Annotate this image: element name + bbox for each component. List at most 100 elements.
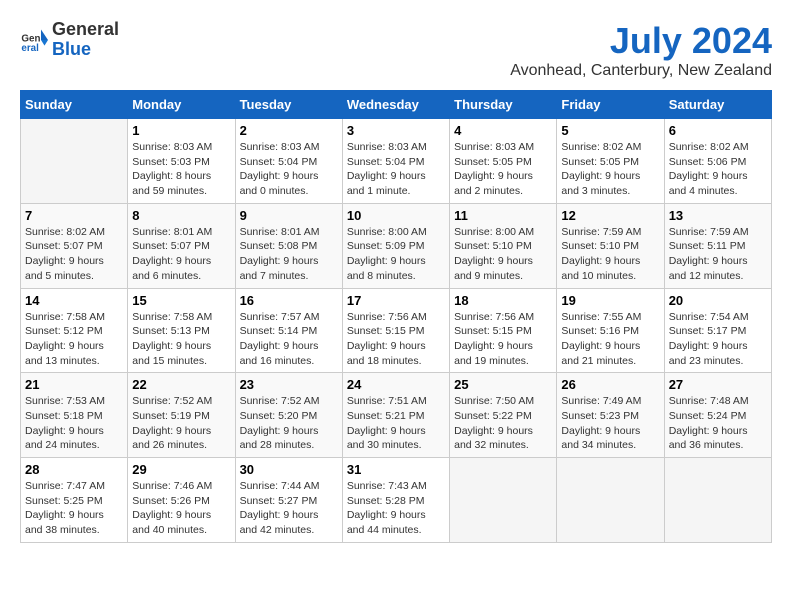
header-day-saturday: Saturday: [664, 91, 771, 119]
day-number: 9: [240, 208, 338, 223]
calendar-cell: [557, 458, 664, 543]
day-info: Sunrise: 8:03 AMSunset: 5:03 PMDaylight:…: [132, 140, 230, 199]
day-number: 30: [240, 462, 338, 477]
calendar-cell: 8 Sunrise: 8:01 AMSunset: 5:07 PMDaylight…: [128, 203, 235, 288]
day-info: Sunrise: 8:03 AMSunset: 5:04 PMDaylight:…: [347, 140, 445, 199]
calendar-cell: [664, 458, 771, 543]
day-info: Sunrise: 7:47 AMSunset: 5:25 PMDaylight:…: [25, 479, 123, 538]
day-info: Sunrise: 8:03 AMSunset: 5:05 PMDaylight:…: [454, 140, 552, 199]
day-info: Sunrise: 7:58 AMSunset: 5:12 PMDaylight:…: [25, 310, 123, 369]
day-info: Sunrise: 8:01 AMSunset: 5:08 PMDaylight:…: [240, 225, 338, 284]
logo-general-text: General: [52, 19, 119, 39]
day-info: Sunrise: 7:55 AMSunset: 5:16 PMDaylight:…: [561, 310, 659, 369]
day-number: 27: [669, 377, 767, 392]
week-row-2: 7 Sunrise: 8:02 AMSunset: 5:07 PMDaylight…: [21, 203, 772, 288]
calendar-cell: 27 Sunrise: 7:48 AMSunset: 5:24 PMDayligh…: [664, 373, 771, 458]
day-number: 8: [132, 208, 230, 223]
calendar-cell: 15 Sunrise: 7:58 AMSunset: 5:13 PMDayligh…: [128, 288, 235, 373]
day-number: 14: [25, 293, 123, 308]
calendar-cell: 20 Sunrise: 7:54 AMSunset: 5:17 PMDayligh…: [664, 288, 771, 373]
day-number: 10: [347, 208, 445, 223]
title-area: July 2024 Avonhead, Canterbury, New Zeal…: [510, 20, 772, 80]
day-info: Sunrise: 7:51 AMSunset: 5:21 PMDaylight:…: [347, 394, 445, 453]
day-info: Sunrise: 7:57 AMSunset: 5:14 PMDaylight:…: [240, 310, 338, 369]
day-info: Sunrise: 7:50 AMSunset: 5:22 PMDaylight:…: [454, 394, 552, 453]
day-number: 6: [669, 123, 767, 138]
calendar-cell: 30Sunrise: 7:44 AMSunset: 5:27 PMDayligh…: [235, 458, 342, 543]
day-number: 25: [454, 377, 552, 392]
day-info: Sunrise: 8:03 AMSunset: 5:04 PMDaylight:…: [240, 140, 338, 199]
day-info: Sunrise: 8:01 AMSunset: 5:07 PMDaylight:…: [132, 225, 230, 284]
day-number: 1: [132, 123, 230, 138]
day-info: Sunrise: 8:02 AMSunset: 5:07 PMDaylight:…: [25, 225, 123, 284]
calendar-cell: [21, 119, 128, 204]
day-number: 18: [454, 293, 552, 308]
calendar-cell: 23 Sunrise: 7:52 AMSunset: 5:20 PMDayligh…: [235, 373, 342, 458]
day-info: Sunrise: 7:59 AMSunset: 5:10 PMDaylight:…: [561, 225, 659, 284]
page-header: Gen eral General Blue July 2024 Avonhead…: [20, 20, 772, 80]
calendar-cell: 18 Sunrise: 7:56 AMSunset: 5:15 PMDayligh…: [450, 288, 557, 373]
week-row-5: 28 Sunrise: 7:47 AMSunset: 5:25 PMDayligh…: [21, 458, 772, 543]
day-info: Sunrise: 7:54 AMSunset: 5:17 PMDaylight:…: [669, 310, 767, 369]
calendar-cell: 24 Sunrise: 7:51 AMSunset: 5:21 PMDayligh…: [342, 373, 449, 458]
day-number: 11: [454, 208, 552, 223]
day-info: Sunrise: 7:56 AMSunset: 5:15 PMDaylight:…: [347, 310, 445, 369]
calendar-cell: 9 Sunrise: 8:01 AMSunset: 5:08 PMDaylight…: [235, 203, 342, 288]
header-day-monday: Monday: [128, 91, 235, 119]
day-info: Sunrise: 7:58 AMSunset: 5:13 PMDaylight:…: [132, 310, 230, 369]
day-info: Sunrise: 7:49 AMSunset: 5:23 PMDaylight:…: [561, 394, 659, 453]
day-number: 24: [347, 377, 445, 392]
day-info: Sunrise: 7:52 AMSunset: 5:20 PMDaylight:…: [240, 394, 338, 453]
calendar-cell: 14 Sunrise: 7:58 AMSunset: 5:12 PMDayligh…: [21, 288, 128, 373]
calendar-cell: 25 Sunrise: 7:50 AMSunset: 5:22 PMDayligh…: [450, 373, 557, 458]
week-row-3: 14 Sunrise: 7:58 AMSunset: 5:12 PMDayligh…: [21, 288, 772, 373]
header-day-friday: Friday: [557, 91, 664, 119]
day-number: 3: [347, 123, 445, 138]
day-info: Sunrise: 7:56 AMSunset: 5:15 PMDaylight:…: [454, 310, 552, 369]
calendar-cell: 21Sunrise: 7:53 AMSunset: 5:18 PMDayligh…: [21, 373, 128, 458]
calendar-cell: 12Sunrise: 7:59 AMSunset: 5:10 PMDayligh…: [557, 203, 664, 288]
calendar-cell: 22 Sunrise: 7:52 AMSunset: 5:19 PMDayligh…: [128, 373, 235, 458]
header-day-tuesday: Tuesday: [235, 91, 342, 119]
calendar-cell: 7 Sunrise: 8:02 AMSunset: 5:07 PMDaylight…: [21, 203, 128, 288]
calendar-cell: 28 Sunrise: 7:47 AMSunset: 5:25 PMDayligh…: [21, 458, 128, 543]
day-info: Sunrise: 8:02 AMSunset: 5:06 PMDaylight:…: [669, 140, 767, 199]
day-info: Sunrise: 7:48 AMSunset: 5:24 PMDaylight:…: [669, 394, 767, 453]
calendar-cell: 10 Sunrise: 8:00 AMSunset: 5:09 PMDayligh…: [342, 203, 449, 288]
day-number: 15: [132, 293, 230, 308]
logo-icon: Gen eral: [20, 26, 48, 54]
week-row-1: 1 Sunrise: 8:03 AMSunset: 5:03 PMDaylight…: [21, 119, 772, 204]
day-number: 20: [669, 293, 767, 308]
header-day-wednesday: Wednesday: [342, 91, 449, 119]
day-info: Sunrise: 7:52 AMSunset: 5:19 PMDaylight:…: [132, 394, 230, 453]
day-info: Sunrise: 7:43 AMSunset: 5:28 PMDaylight:…: [347, 479, 445, 538]
calendar-cell: 17Sunrise: 7:56 AMSunset: 5:15 PMDayligh…: [342, 288, 449, 373]
day-number: 22: [132, 377, 230, 392]
day-info: Sunrise: 7:59 AMSunset: 5:11 PMDaylight:…: [669, 225, 767, 284]
day-number: 7: [25, 208, 123, 223]
day-number: 2: [240, 123, 338, 138]
calendar-cell: 26 Sunrise: 7:49 AMSunset: 5:23 PMDayligh…: [557, 373, 664, 458]
day-number: 28: [25, 462, 123, 477]
calendar-cell: [450, 458, 557, 543]
main-title: July 2024: [510, 20, 772, 62]
day-number: 13: [669, 208, 767, 223]
calendar-cell: 11 Sunrise: 8:00 AMSunset: 5:10 PMDayligh…: [450, 203, 557, 288]
week-row-4: 21Sunrise: 7:53 AMSunset: 5:18 PMDayligh…: [21, 373, 772, 458]
calendar-cell: 16 Sunrise: 7:57 AMSunset: 5:14 PMDayligh…: [235, 288, 342, 373]
logo-blue-text: Blue: [52, 39, 91, 59]
subtitle: Avonhead, Canterbury, New Zealand: [510, 62, 772, 80]
calendar-cell: 2 Sunrise: 8:03 AMSunset: 5:04 PMDaylight…: [235, 119, 342, 204]
day-number: 16: [240, 293, 338, 308]
calendar-cell: 3 Sunrise: 8:03 AMSunset: 5:04 PMDaylight…: [342, 119, 449, 204]
calendar-cell: 5Sunrise: 8:02 AMSunset: 5:05 PMDaylight…: [557, 119, 664, 204]
day-number: 23: [240, 377, 338, 392]
day-info: Sunrise: 8:00 AMSunset: 5:10 PMDaylight:…: [454, 225, 552, 284]
day-info: Sunrise: 8:00 AMSunset: 5:09 PMDaylight:…: [347, 225, 445, 284]
day-info: Sunrise: 7:46 AMSunset: 5:26 PMDaylight:…: [132, 479, 230, 538]
calendar-cell: 13 Sunrise: 7:59 AMSunset: 5:11 PMDayligh…: [664, 203, 771, 288]
day-number: 26: [561, 377, 659, 392]
day-number: 29: [132, 462, 230, 477]
day-number: 21: [25, 377, 123, 392]
calendar-table: SundayMondayTuesdayWednesdayThursdayFrid…: [20, 90, 772, 543]
